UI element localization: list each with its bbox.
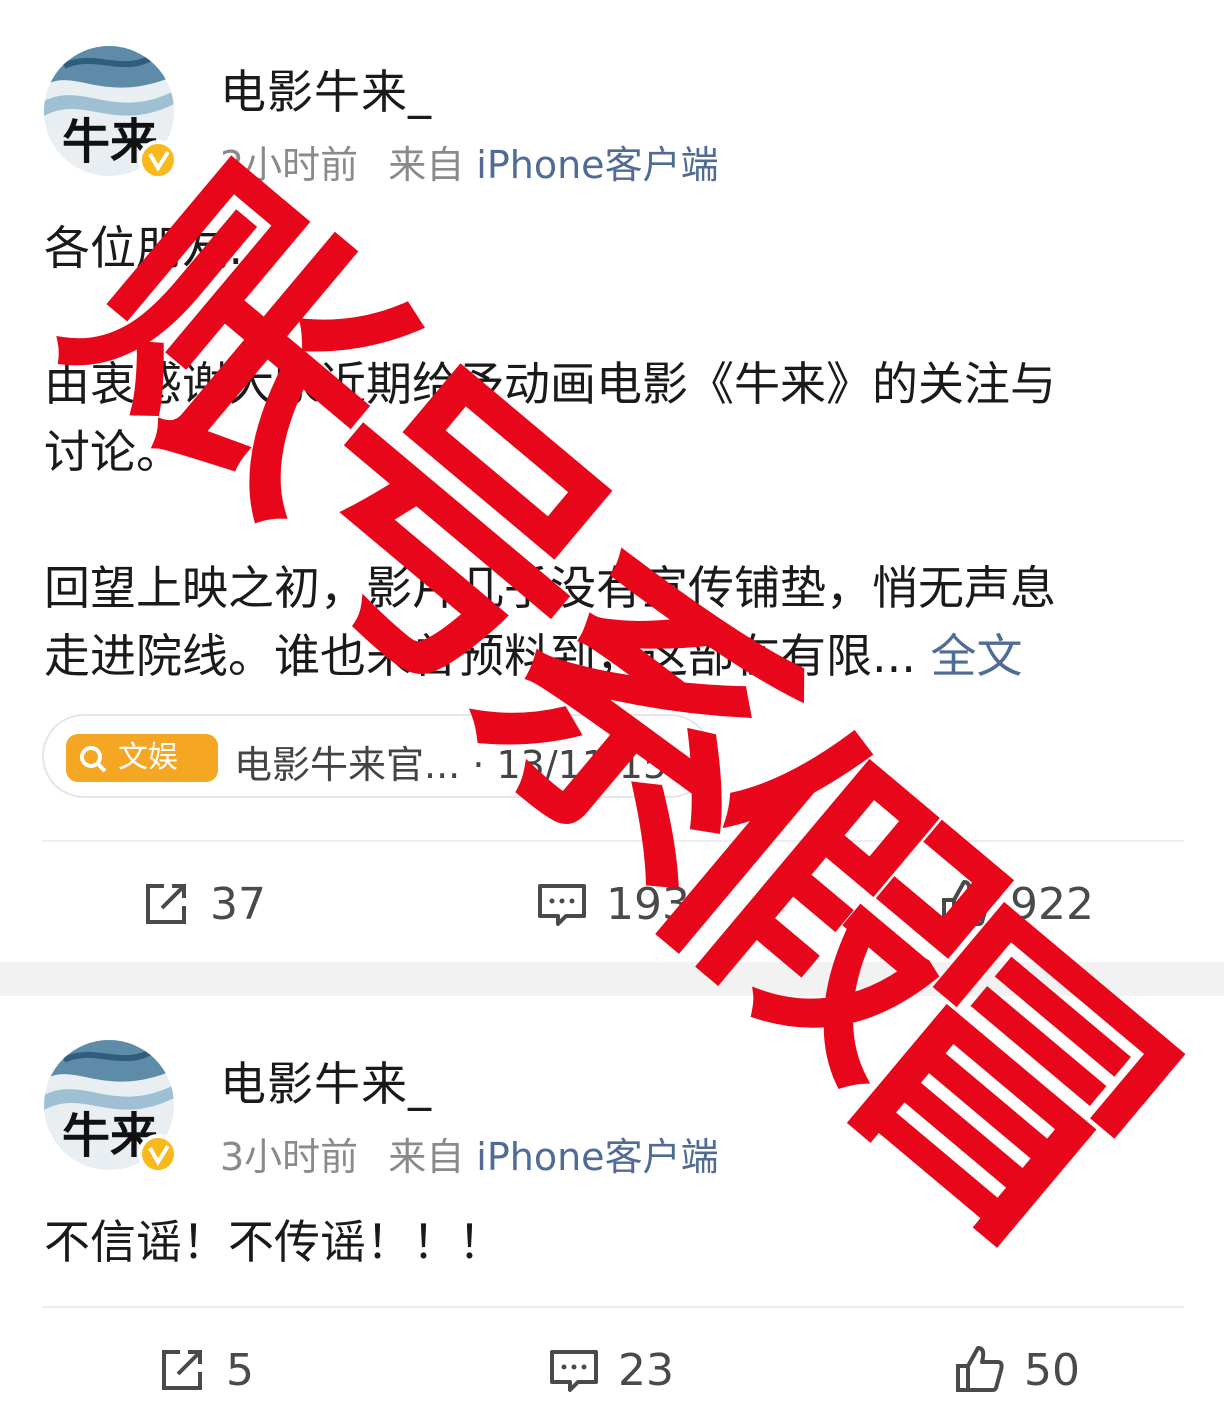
post-time: 2小时前 (220, 143, 359, 187)
post-meta: 3小时前 来自 iPhone客户端 (220, 1126, 719, 1181)
weibo-feed: 牛来 电影牛来_ 2小时前 来自 iPhone客户端 各位朋友: 由衷感谢大家近期… (0, 0, 1224, 1423)
comment-button[interactable]: 193 (536, 864, 690, 944)
post-time: 3小时前 (220, 1135, 359, 1179)
username[interactable]: 电影牛来_ (220, 1048, 432, 1114)
comment-count: 193 (606, 878, 690, 930)
repost-icon (146, 884, 186, 924)
comment-icon (538, 884, 586, 926)
linked-card-title: 电影牛来官... · 13/11/15 (234, 743, 668, 787)
feed-separator (0, 962, 1224, 996)
content-line-text: 走进院线。谁也未曾预料到，这部在有限... (44, 629, 916, 683)
repost-icon (162, 1350, 202, 1390)
post-card: 牛来 电影牛来_ 2小时前 来自 iPhone客户端 各位朋友: 由衷感谢大家近期… (0, 0, 1224, 962)
category-tag-label: 文娱 (118, 740, 178, 775)
content-line (44, 486, 1184, 554)
source-prefix: 来自 (388, 1135, 465, 1179)
repost-count: 37 (210, 878, 266, 930)
repost-button[interactable]: 5 (156, 1330, 254, 1410)
action-bar: 37 193 922 (0, 864, 1224, 944)
content-line: 走进院线。谁也未曾预料到，这部在有限... 全文 (44, 622, 1184, 690)
comment-count: 23 (618, 1344, 674, 1396)
username[interactable]: 电影牛来_ (220, 56, 432, 122)
comment-button[interactable]: 23 (548, 1330, 674, 1410)
content-line: 各位朋友: (44, 221, 244, 275)
content-line: 回望上映之初，影片几乎没有宣传铺垫，悄无声息 (44, 561, 1056, 615)
verified-icon (138, 1134, 178, 1174)
repost-count: 5 (226, 1344, 254, 1396)
source-app[interactable]: iPhone客户端 (476, 143, 718, 187)
full-text-link[interactable]: 全文 (931, 629, 1023, 683)
repost-button[interactable]: 37 (140, 864, 266, 944)
comment-icon (550, 1350, 598, 1392)
post-card: 牛来 电影牛来_ 3小时前来自 iPhone客户端 不信谣！不传谣！！！ 5 (0, 996, 1224, 1423)
search-icon (80, 746, 107, 773)
verified-icon (138, 140, 178, 180)
action-bar: 5 23 50 (0, 1330, 1224, 1410)
content-line: 讨论。 (44, 425, 182, 479)
content-line: 不信谣！不传谣！！！ (44, 1215, 504, 1269)
divider (42, 1306, 1184, 1308)
linked-card[interactable]: 文娱 电影牛来官... · 13/11/15 (42, 714, 712, 798)
source-prefix: 来自 (388, 143, 465, 187)
thumbs-up-icon (942, 880, 990, 926)
divider (42, 840, 1184, 842)
content-line (44, 282, 1184, 350)
category-tag: 文娱 (66, 734, 218, 782)
post-content: 不信谣！不传谣！！！ (44, 1208, 1184, 1276)
source-app[interactable]: iPhone客户端 (476, 1135, 718, 1179)
like-count: 50 (1024, 1344, 1080, 1396)
post-content: 各位朋友: 由衷感谢大家近期给予动画电影《牛来》的关注与 讨论。 回望上映之初，… (44, 214, 1184, 690)
like-count: 922 (1010, 878, 1094, 930)
like-button[interactable]: 50 (954, 1330, 1080, 1410)
thumbs-up-icon (956, 1346, 1004, 1392)
content-line: 由衷感谢大家近期给予动画电影《牛来》的关注与 (44, 357, 1056, 411)
post-meta: 2小时前 来自 iPhone客户端 (220, 134, 719, 189)
like-button[interactable]: 922 (940, 864, 1094, 944)
